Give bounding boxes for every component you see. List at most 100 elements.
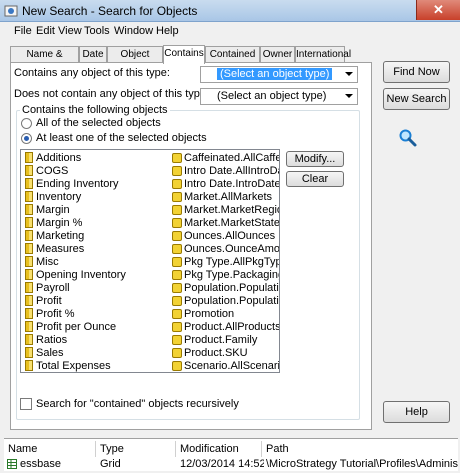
list-item-label: Profit per Ounce [36, 321, 117, 333]
list-item-label: Margin % [36, 217, 83, 229]
new-search-button[interactable]: New Search [383, 88, 450, 110]
menu-file[interactable]: File [14, 25, 32, 37]
contains-any-value: (Select an object type) [217, 68, 333, 80]
radio-all-selected[interactable] [21, 118, 32, 129]
metric-icon [25, 282, 33, 293]
list-item[interactable]: Profit per Ounce [25, 321, 165, 334]
list-item[interactable]: Promotion [172, 308, 279, 321]
metric-icon [25, 217, 33, 228]
close-button[interactable]: ✕ [416, 0, 460, 20]
clear-button[interactable]: Clear [286, 171, 344, 187]
list-item[interactable]: Ratios [25, 334, 165, 347]
list-item[interactable]: Ending Inventory [25, 178, 165, 191]
contains-any-label: Contains any object of this type: [14, 67, 170, 79]
metric-icon [25, 269, 33, 280]
menu-edit[interactable]: Edit [36, 25, 55, 37]
column-header-type[interactable]: Type [96, 441, 176, 457]
list-item-label: Measures [36, 243, 85, 255]
radio-at-least-label: At least one of the selected objects [36, 132, 207, 144]
list-item[interactable]: Scenario.AllScenarios [172, 360, 279, 372]
not-contains-any-select[interactable]: (Select an object type) [200, 88, 358, 105]
list-item[interactable]: Ounces.AllOunces [172, 230, 279, 243]
recursive-checkbox-label: Search for "contained" objects recursive… [36, 398, 239, 410]
magnifier-icon [399, 129, 417, 147]
list-item[interactable]: Intro Date.AllIntroDates [172, 165, 279, 178]
list-item[interactable]: Sales [25, 347, 165, 360]
attribute-icon [172, 244, 182, 254]
group-title: Contains the following objects [20, 104, 170, 116]
tab-international[interactable]: International [295, 46, 351, 63]
list-item-label: Ratios [36, 334, 68, 346]
list-item[interactable]: Product.AllProducts [172, 321, 279, 334]
attribute-icon [172, 218, 182, 228]
list-item[interactable]: Product.SKU [172, 347, 279, 360]
list-item[interactable]: Intro Date.IntroDates [172, 178, 279, 191]
selected-objects-list[interactable]: Additions COGS Ending Inventory Inventory Ma… [20, 149, 280, 373]
list-item[interactable]: Inventory [25, 191, 165, 204]
list-item[interactable]: Profit % [25, 308, 165, 321]
list-item[interactable]: Pkg Type.Packaging [172, 269, 279, 282]
menu-help[interactable]: Help [156, 25, 179, 37]
metric-icon [25, 152, 33, 163]
list-item[interactable]: Profit [25, 295, 165, 308]
list-item-label: COGS [36, 165, 69, 177]
list-item[interactable]: Ounces.OunceAmount [172, 243, 280, 256]
attribute-icon [172, 166, 182, 176]
list-item[interactable]: Population.PopulationGroup [172, 282, 279, 295]
title-bar: New Search - Search for Objects ✕ [0, 0, 460, 22]
recursive-checkbox[interactable] [20, 398, 32, 410]
find-now-button[interactable]: Find Now [383, 61, 450, 83]
attribute-icon [172, 205, 182, 215]
help-button[interactable]: Help [383, 401, 450, 423]
list-item-label: Misc [36, 256, 59, 268]
metric-icon [25, 178, 33, 189]
list-item-label: Profit [36, 295, 62, 307]
list-item[interactable]: Market.MarketState [172, 217, 279, 230]
list-item[interactable]: COGS [25, 165, 165, 178]
radio-at-least-one[interactable] [21, 133, 32, 144]
modify-button[interactable]: Modify... [286, 151, 344, 167]
list-item-label: Ounces.AllOunces [184, 230, 276, 242]
contains-any-select[interactable]: (Select an object type) [200, 66, 358, 83]
metric-icon [25, 230, 33, 241]
tab-date[interactable]: Date [79, 46, 107, 63]
list-item[interactable]: Opening Inventory [25, 269, 165, 282]
list-item[interactable]: Additions [25, 152, 165, 165]
list-item-label: Caffeinated.AllCaffeinated [184, 152, 279, 164]
list-item-label: Opening Inventory [36, 269, 126, 281]
not-contains-any-value: (Select an object type) [217, 90, 327, 102]
list-item[interactable]: Measures [25, 243, 165, 256]
list-item-label: Ounces.OunceAmount [184, 243, 280, 255]
list-item[interactable]: Marketing [25, 230, 165, 243]
metric-icon [25, 308, 33, 319]
list-item[interactable]: Population.PopulationRange [172, 295, 279, 308]
column-header-name[interactable]: Name [4, 441, 96, 457]
not-contains-any-label: Does not contain any object of this type… [14, 88, 210, 100]
list-item[interactable]: Pkg Type.AllPkgTypes [172, 256, 279, 269]
list-item[interactable]: Market.MarketRegion [172, 204, 279, 217]
column-header-path[interactable]: Path [262, 441, 458, 457]
result-modification-time: 12/03/2014 14:52:35 [180, 458, 264, 470]
tab-contains[interactable]: Contains [163, 45, 205, 64]
list-item[interactable]: Market.AllMarkets [172, 191, 279, 204]
list-item[interactable]: Product.Family [172, 334, 279, 347]
menu-window[interactable]: Window [114, 25, 153, 37]
list-item[interactable]: Misc [25, 256, 165, 269]
list-item[interactable]: Margin % [25, 217, 165, 230]
grid-report-icon [7, 459, 17, 469]
tab-contained-by[interactable]: Contained By [205, 46, 260, 75]
menu-tools[interactable]: Tools [84, 25, 110, 37]
menu-view[interactable]: View [58, 25, 82, 37]
list-item-label: Additions [36, 152, 82, 164]
list-item[interactable]: Payroll [25, 282, 165, 295]
list-item[interactable]: Margin [25, 204, 165, 217]
tab-owner[interactable]: Owner [260, 46, 295, 63]
attribute-icon [172, 192, 182, 202]
attribute-icon [172, 348, 182, 358]
tab-name-location[interactable]: Name & Location [10, 46, 79, 75]
column-header-modification-time[interactable]: Modification Time [176, 441, 262, 471]
list-item[interactable]: Total Expenses [25, 360, 165, 372]
metric-icon [25, 321, 33, 332]
list-item[interactable]: Caffeinated.AllCaffeinated [172, 152, 279, 165]
tab-object-types[interactable]: Object Types [107, 46, 163, 75]
